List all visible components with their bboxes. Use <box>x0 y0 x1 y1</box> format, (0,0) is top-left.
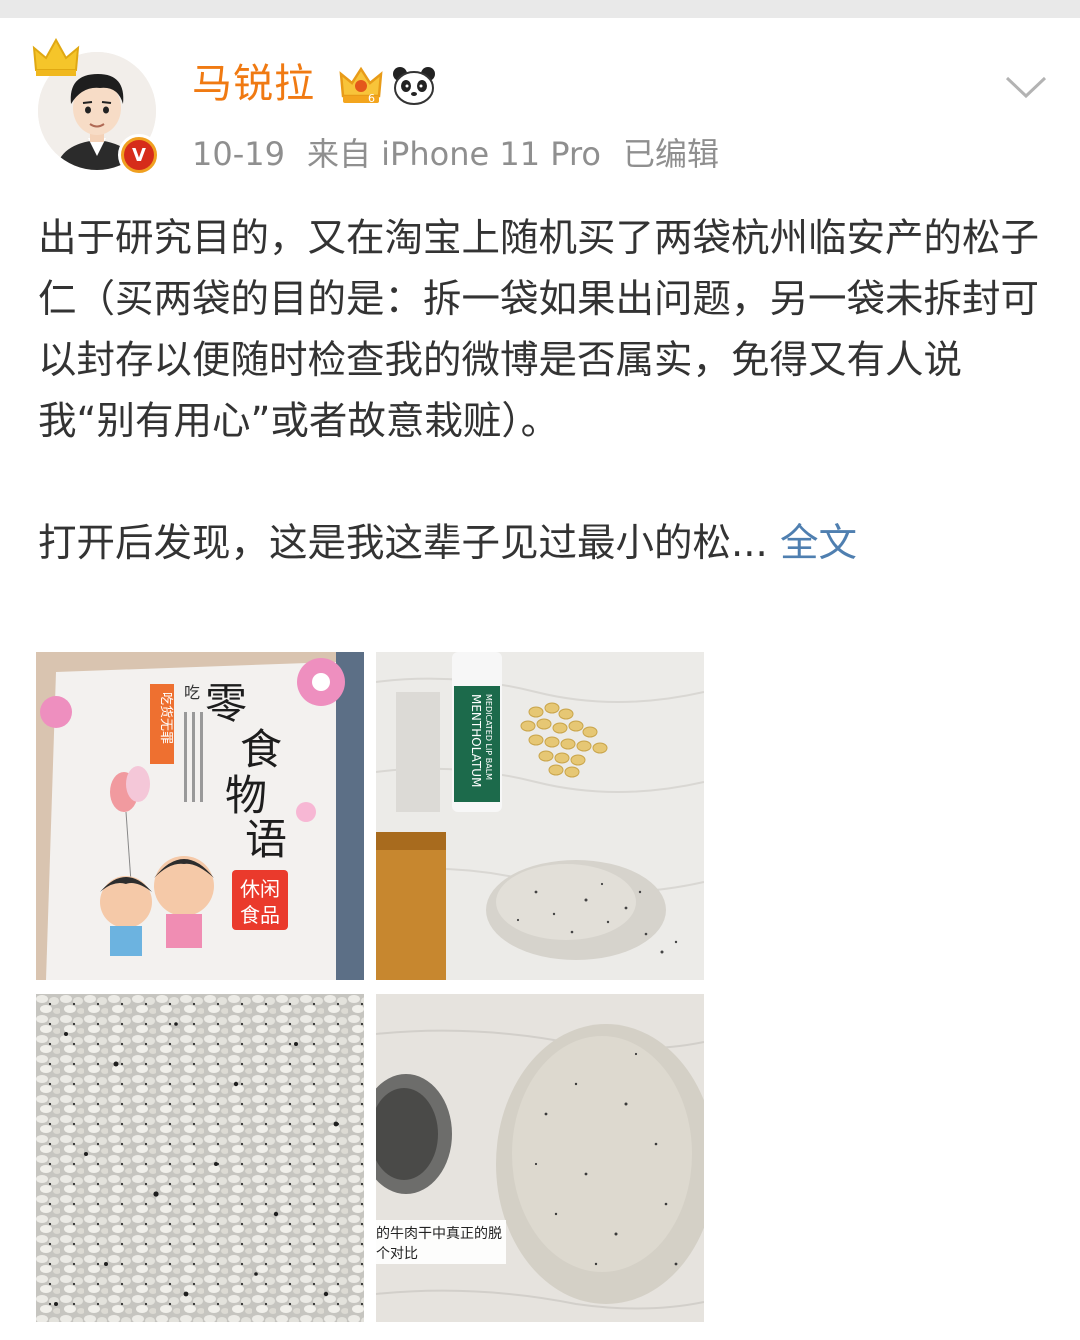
comparison-caption-line1: 的牛肉干中真正的脱 <box>376 1226 502 1242</box>
bag-badge-line2: 食品 <box>240 903 280 927</box>
edited-label[interactable]: 已编辑 <box>623 135 719 173</box>
bag-title-char: 物 <box>225 771 267 820</box>
crown-icon <box>32 38 80 76</box>
post-content: 出于研究目的，又在淘宝上随机买了两袋杭州临安产的松子仁（买两袋的目的是：拆一袋如… <box>38 208 1048 574</box>
post-image-4[interactable]: 的牛肉干中真正的脱 个对比 <box>376 994 704 1322</box>
post-image-2[interactable]: MENTHOLATUM MEDICATED LIP BALM <box>376 652 704 980</box>
post-text-truncated: 打开后发现，这是我这辈子见过最小的松... <box>38 521 768 566</box>
lipbalm-subtitle: MEDICATED LIP BALM <box>484 694 493 780</box>
bag-side-label: 吃货无罪 <box>158 692 174 744</box>
bag-title-char: 语 <box>245 815 287 864</box>
post-time: 10-19 <box>192 135 285 173</box>
bag-top-label: 吃 <box>184 683 200 702</box>
bag-title-char: 食 <box>240 725 282 774</box>
top-gap <box>0 0 1080 18</box>
panda-icon <box>393 67 435 105</box>
member-crown-icon: 6 <box>339 66 383 105</box>
verified-badge: V <box>118 134 160 176</box>
chevron-down-icon[interactable] <box>1004 74 1048 102</box>
author-name[interactable]: 马锐拉 <box>192 60 315 108</box>
read-more-link[interactable]: 全文 <box>780 521 857 566</box>
post-source[interactable]: 来自 iPhone 11 Pro <box>307 135 601 173</box>
post-image-1[interactable]: 零 食 物 语 吃 吃货无罪 休闲 食品 <box>36 652 364 980</box>
comparison-caption-line2: 个对比 <box>376 1246 418 1262</box>
author-avatar[interactable]: V <box>32 38 160 176</box>
post-meta: 10-19 来自 iPhone 11 Pro 已编辑 <box>192 134 741 174</box>
svg-text:6: 6 <box>368 92 375 105</box>
lipbalm-brand: MENTHOLATUM <box>469 694 483 787</box>
bag-badge-line1: 休闲 <box>240 877 280 901</box>
post-text-paragraph-2: 打开后发现，这是我这辈子见过最小的松... 全文 <box>38 513 1048 574</box>
post-image-3[interactable] <box>36 994 364 1322</box>
bag-title-char: 零 <box>205 679 247 728</box>
post-text-paragraph: 出于研究目的，又在淘宝上随机买了两袋杭州临安产的松子仁（买两袋的目的是：拆一袋如… <box>38 216 1040 444</box>
